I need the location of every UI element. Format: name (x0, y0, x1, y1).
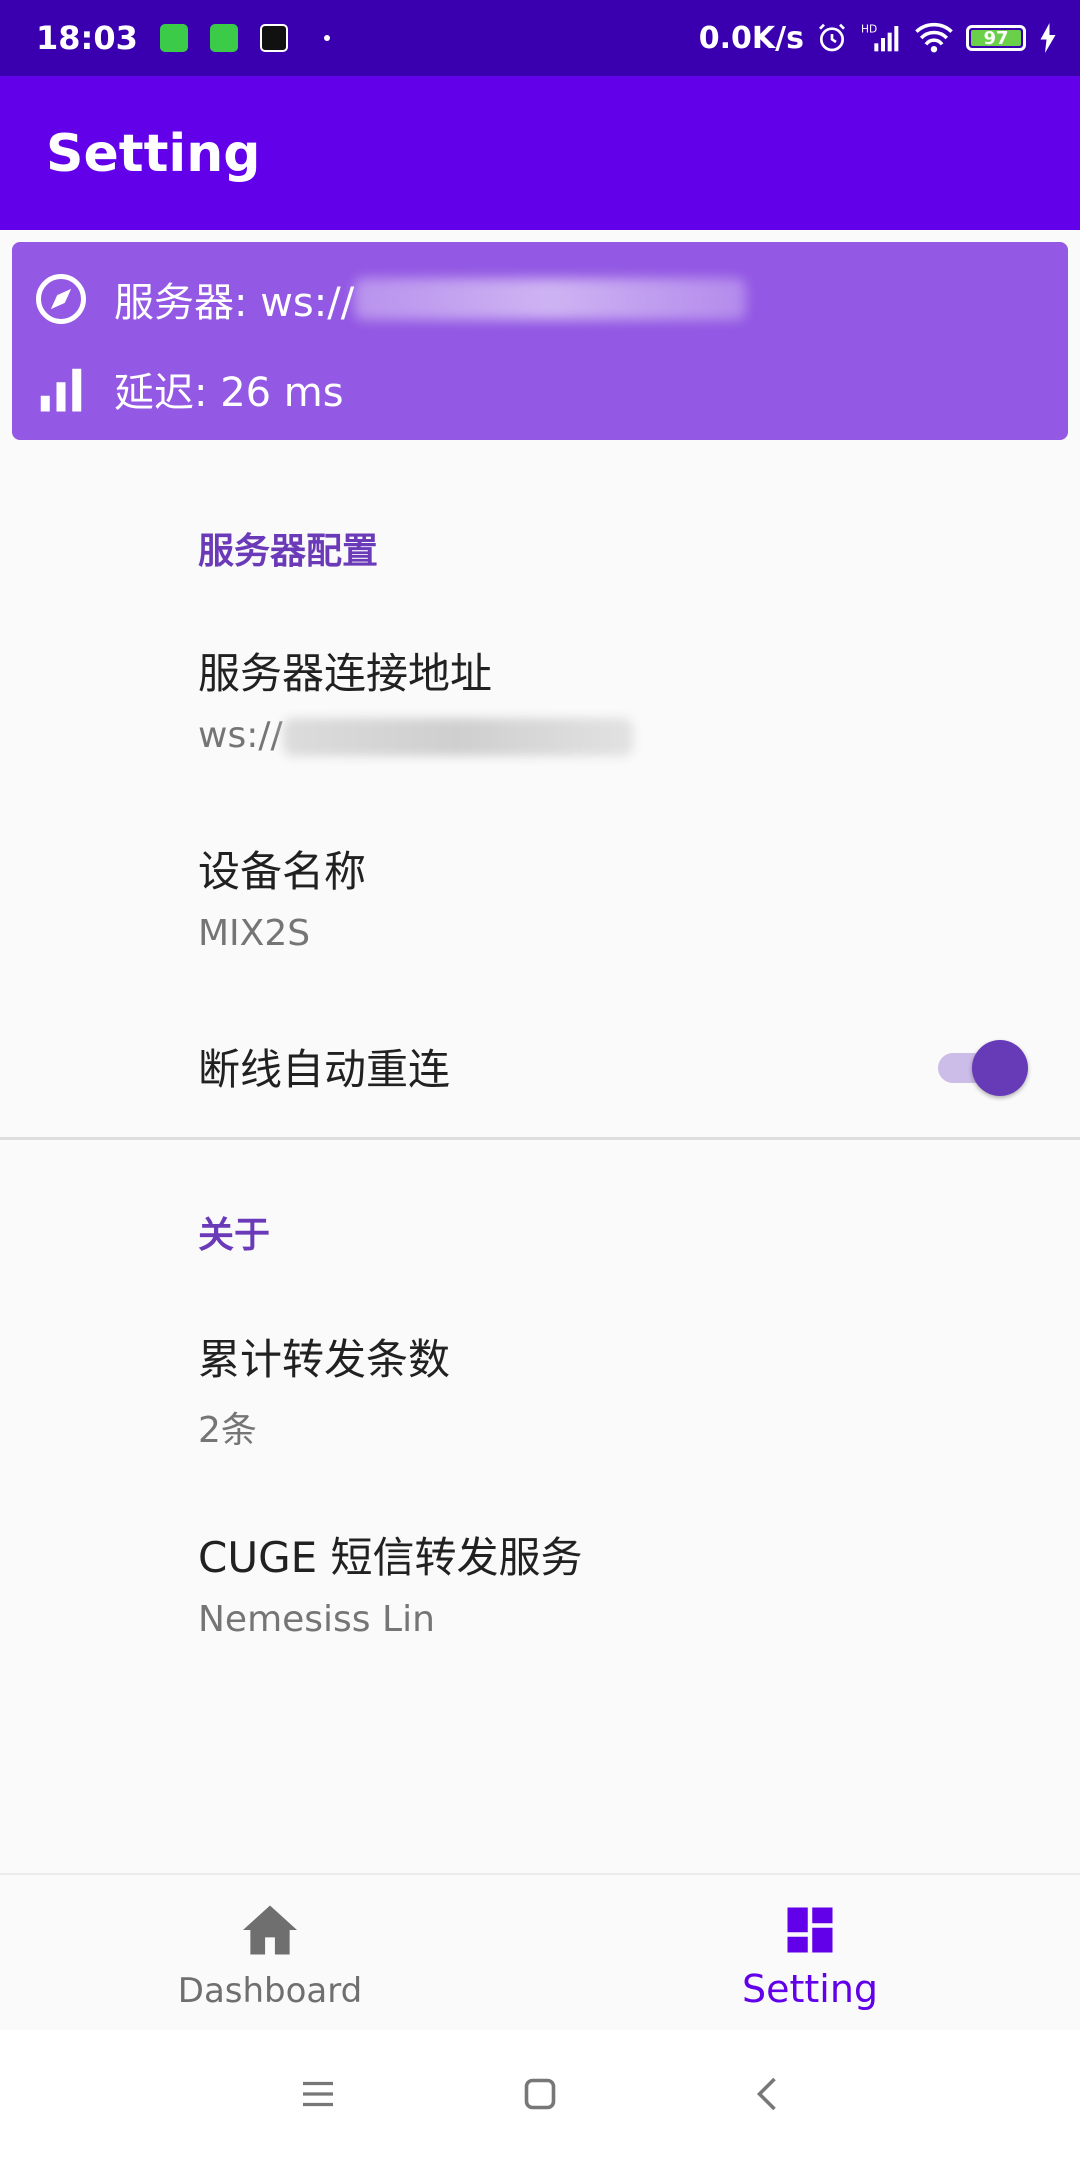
signal-bars-icon (40, 368, 82, 412)
battery-level: 97 (983, 27, 1009, 49)
pref-summary: Nemesiss Lin (198, 1599, 435, 1640)
wifi-icon (915, 22, 953, 53)
menu-icon[interactable] (300, 2078, 336, 2110)
app-notification-icon (209, 24, 238, 52)
section-title-server-config: 服务器配置 (198, 531, 379, 572)
pref-title: 断线自动重连 (198, 1045, 451, 1094)
app-bar: Setting (0, 76, 1080, 230)
blurred-address-value (282, 718, 633, 756)
section-divider (0, 1137, 1080, 1140)
app-notification-icon (159, 24, 188, 52)
pref-summary: MIX2S (198, 913, 311, 954)
pref-title: 服务器连接地址 (198, 649, 493, 698)
toggle-thumb (972, 1040, 1028, 1096)
nav-item-dashboard[interactable]: Dashboard (0, 1875, 540, 2031)
system-nav-bar (0, 2030, 1080, 2160)
nav-label-dashboard: Dashboard (177, 1971, 363, 2011)
status-bar: 18:03 0.0K/s HD 97 (0, 0, 1080, 76)
battery-icon: 97 (966, 25, 1026, 51)
auto-reconnect-toggle[interactable] (938, 1040, 1028, 1096)
compass-icon (36, 274, 86, 324)
pref-summary: 2条 (198, 1410, 257, 1451)
latency-label: 延迟: 26 ms (114, 370, 344, 416)
address-prefix: ws:// (198, 715, 283, 756)
dot-icon (323, 35, 330, 41)
alarm-icon (819, 23, 845, 52)
charging-icon (1040, 23, 1056, 53)
pref-title: CUGE 短信转发服务 (198, 1533, 583, 1582)
server-status-card: 服务器: ws:// 延迟: 26 ms (12, 242, 1068, 440)
home-icon (243, 1905, 297, 1955)
pref-app-info[interactable]: CUGE 短信转发服务 Nemesiss Lin (198, 1524, 1038, 1640)
bottom-navigation: Dashboard Setting (0, 1873, 1080, 2031)
pref-server-address[interactable]: 服务器连接地址 ws:// (198, 640, 1038, 756)
pref-summary: ws:// (198, 715, 1038, 756)
pref-title: 累计转发条数 (198, 1335, 451, 1384)
nav-item-setting[interactable]: Setting (540, 1875, 1080, 2031)
server-address-label: 服务器: ws:// (114, 280, 355, 326)
back-icon[interactable] (752, 2076, 782, 2112)
pref-auto-reconnect[interactable]: 断线自动重连 (198, 1036, 1038, 1097)
blurred-server-address (354, 278, 747, 320)
tiktok-icon (259, 24, 288, 52)
status-time: 18:03 (36, 19, 138, 57)
nav-label-setting: Setting (741, 1967, 879, 2011)
latency-row: 延迟: 26 ms (34, 360, 344, 418)
pref-device-name[interactable]: 设备名称 MIX2S (198, 838, 1038, 954)
dashboard-icon (787, 1907, 833, 1953)
svg-text:HD: HD (861, 23, 877, 36)
pref-forward-count[interactable]: 累计转发条数 2条 (198, 1326, 1038, 1453)
server-row: 服务器: ws:// (34, 270, 747, 328)
section-title-about: 关于 (198, 1215, 271, 1256)
page-title: Setting (46, 124, 261, 184)
net-speed: 0.0K/s (698, 20, 804, 56)
home-square-icon[interactable] (522, 2076, 558, 2112)
hd-signal-icon: HD (861, 23, 899, 52)
pref-title: 设备名称 (198, 847, 367, 896)
